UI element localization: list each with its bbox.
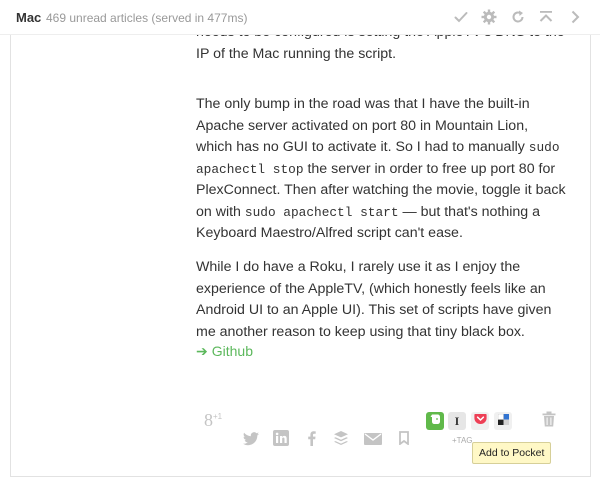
linkedin-icon[interactable] [273,430,289,446]
github-link[interactable]: ➔ Github [196,343,253,360]
bookmark-icon[interactable] [399,431,409,445]
instapaper-button[interactable]: I [448,412,466,430]
refresh-icon[interactable] [509,8,527,26]
evernote-icon [430,412,441,430]
google-plus-button[interactable]: 8+1 [204,410,222,431]
pocket-button[interactable] [471,412,489,430]
instapaper-icon: I [454,413,460,428]
gear-icon[interactable] [480,8,498,26]
article-card: needs to be configured is setting the Ap… [10,0,591,477]
google-plus-count: +1 [213,412,223,421]
unread-status: 469 unread articles (served in 477ms) [46,11,248,25]
article-paragraph-roku: While I do have a Roku, I rarely use it … [196,259,552,340]
pocket-tooltip: Add to Pocket [472,442,552,464]
code-apachectl-start: sudo apachectl start [244,204,399,220]
next-icon[interactable] [566,8,584,26]
email-icon[interactable] [364,433,382,445]
pocket-icon [473,412,487,430]
trash-icon[interactable] [542,411,556,427]
twitter-icon[interactable] [243,432,259,446]
buffer-icon[interactable] [333,430,349,446]
arrow-right-icon: ➔ [196,343,208,359]
facebook-icon[interactable] [307,431,316,446]
add-tag-button[interactable]: +TAG [452,436,473,445]
article-paragraph-apache: The only bump in the road was that I hav… [196,96,566,242]
feed-title: Mac [16,10,42,25]
feed-header: Mac 469 unread articles (served in 477ms… [0,0,600,35]
delicious-icon [497,412,509,430]
scroll-top-icon[interactable] [537,8,555,26]
evernote-button[interactable] [426,412,444,430]
check-icon[interactable] [452,8,470,26]
delicious-button[interactable] [494,412,512,430]
github-link-label: Github [211,343,253,359]
